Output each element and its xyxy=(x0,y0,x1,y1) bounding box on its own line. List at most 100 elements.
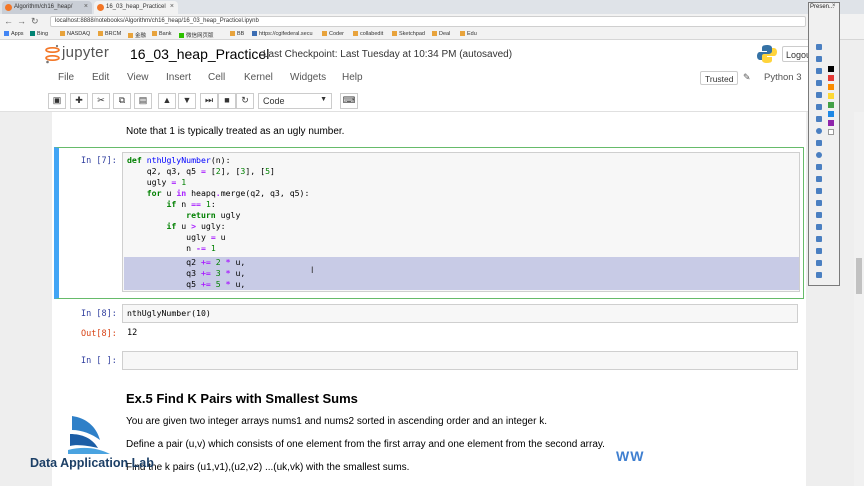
color-black-swatch[interactable] xyxy=(828,66,834,72)
stamp-tool-icon[interactable] xyxy=(816,176,822,182)
edit-pencil-icon[interactable]: ✎ xyxy=(743,72,751,83)
bookmark-item[interactable]: 金融 xyxy=(128,31,146,39)
bookmark-item[interactable]: NASDAQ xyxy=(60,31,90,37)
code-line: nthUglyNumber(10) xyxy=(127,308,211,318)
bookmarks-bar: Apps Bing NASDAQ BRCM 金融 Bank 微信网页版 BB h… xyxy=(0,29,864,40)
empty-code-editor[interactable] xyxy=(122,351,798,370)
color-blue-swatch[interactable] xyxy=(828,111,834,117)
paste-icon[interactable]: ▤ xyxy=(134,93,152,109)
color-purple-swatch[interactable] xyxy=(828,120,834,126)
code-line: q2, q3, q5 = [2], [3], [5] xyxy=(127,166,275,176)
line-tool-icon[interactable] xyxy=(816,92,822,98)
jupyter-favicon-icon xyxy=(97,4,104,11)
stop-icon[interactable]: ■ xyxy=(218,93,236,109)
move-down-icon[interactable]: ▼ xyxy=(178,93,196,109)
eraser-tool-icon[interactable] xyxy=(816,80,822,86)
code-line: n -= 1 xyxy=(127,243,216,253)
jupyter-logo-icon[interactable] xyxy=(45,44,60,64)
color-white-swatch[interactable] xyxy=(828,129,834,135)
vertical-scrollbar[interactable] xyxy=(854,112,864,486)
browser-tab[interactable]: Algorithm/ch16_heap/ × xyxy=(2,1,92,14)
input-prompt: In [7]: xyxy=(81,156,117,166)
close-icon[interactable]: × xyxy=(832,3,836,9)
screen-tool-icon[interactable] xyxy=(816,236,822,242)
code-line: def nthUglyNumber(n): xyxy=(127,155,231,165)
bookmark-item[interactable]: Coder xyxy=(322,31,344,37)
bookmark-icon xyxy=(179,33,184,38)
reload-icon[interactable]: ↻ xyxy=(31,16,39,27)
menu-cell[interactable]: Cell xyxy=(208,72,225,83)
save-icon[interactable]: ▣ xyxy=(48,93,66,109)
menu-edit[interactable]: Edit xyxy=(92,72,109,83)
copy-icon[interactable]: ⧉ xyxy=(113,93,131,109)
restart-icon[interactable]: ↻ xyxy=(236,93,254,109)
bookmark-item[interactable]: Bing xyxy=(30,31,48,37)
bookmark-item[interactable]: Bank xyxy=(152,31,172,37)
kernel-indicator[interactable]: Python 3 xyxy=(764,72,802,83)
insert-cell-icon[interactable]: ✚ xyxy=(70,93,88,109)
bookmark-item[interactable]: https://cgifederal.secu xyxy=(252,31,313,37)
close-tab-icon[interactable]: × xyxy=(84,3,88,10)
palette-title: Presen... xyxy=(810,4,835,10)
jupyter-wordmark[interactable]: jupyter xyxy=(62,44,109,61)
redo-tool-icon[interactable] xyxy=(816,200,822,206)
code-editor[interactable] xyxy=(122,304,798,323)
forward-arrow-icon[interactable]: → xyxy=(17,16,26,26)
bookmark-icon xyxy=(60,31,65,36)
menu-widgets[interactable]: Widgets xyxy=(290,72,326,83)
run-icon[interactable]: ⏭ xyxy=(200,93,218,109)
highlighter-tool-icon[interactable] xyxy=(816,68,822,74)
bookmark-icon xyxy=(392,31,397,36)
browser-tab-strip: Algorithm/ch16_heap/ × 16_03_heap_Practi… xyxy=(0,0,864,14)
exit-tool-icon[interactable] xyxy=(816,260,822,266)
bookmark-icon xyxy=(98,31,103,36)
menu-view[interactable]: View xyxy=(127,72,149,83)
bookmark-item[interactable]: Deal xyxy=(432,31,450,37)
cell-type-select[interactable]: Code ▼ xyxy=(258,93,332,109)
color-yellow-swatch[interactable] xyxy=(828,93,834,99)
cut-icon[interactable]: ✂ xyxy=(92,93,110,109)
bookmark-icon xyxy=(230,31,235,36)
python-logo-icon xyxy=(757,45,777,63)
bookmark-item[interactable]: BRCM xyxy=(98,31,121,37)
close-tab-icon[interactable]: × xyxy=(170,3,174,10)
bookmark-item[interactable]: collabedit xyxy=(353,31,383,37)
undo-tool-icon[interactable] xyxy=(816,188,822,194)
menu-help[interactable]: Help xyxy=(342,72,363,83)
color-orange-swatch[interactable] xyxy=(828,84,834,90)
text-tool-icon[interactable] xyxy=(816,164,822,170)
browser-tab-active[interactable]: 16_03_heap_Practicel × xyxy=(94,1,178,14)
cell-type-value: Code xyxy=(263,96,285,106)
move-up-icon[interactable]: ▲ xyxy=(158,93,176,109)
bookmark-item[interactable]: BB xyxy=(230,31,244,37)
command-palette-icon[interactable]: ⌨ xyxy=(340,93,358,109)
url-input[interactable]: localhost:8888/notebooks/Algorithm/ch16_… xyxy=(50,16,806,27)
menu-file[interactable]: File xyxy=(58,72,74,83)
input-prompt: In [8]: xyxy=(81,309,117,319)
notebook-title[interactable]: 16_03_heap_Practicel xyxy=(130,46,269,62)
rectangle-tool-icon[interactable] xyxy=(816,116,822,122)
settings-tool-icon[interactable] xyxy=(816,248,822,254)
color-green-swatch[interactable] xyxy=(828,102,834,108)
arrow-tool-icon[interactable] xyxy=(816,104,822,110)
menu-insert[interactable]: Insert xyxy=(166,72,191,83)
clear-tool-icon[interactable] xyxy=(816,212,822,218)
zoom-tool-icon[interactable] xyxy=(816,224,822,230)
bookmark-item[interactable]: Apps xyxy=(4,31,24,37)
menu-kernel[interactable]: Kernel xyxy=(244,72,273,83)
bookmark-item[interactable]: Edu xyxy=(460,31,477,37)
trusted-badge[interactable]: Trusted xyxy=(700,71,738,85)
scrollbar-thumb[interactable] xyxy=(856,258,862,294)
pointer-tool-icon[interactable] xyxy=(816,44,822,50)
fill-ellipse-tool-icon[interactable] xyxy=(816,152,822,158)
problem-paragraph: Define a pair (u,v) which consists of on… xyxy=(126,439,605,450)
fill-rectangle-tool-icon[interactable] xyxy=(816,140,822,146)
minimize-tool-icon[interactable] xyxy=(816,272,822,278)
pen-tool-icon[interactable] xyxy=(816,56,822,62)
ellipse-tool-icon[interactable] xyxy=(816,128,822,134)
color-red-swatch[interactable] xyxy=(828,75,834,81)
bookmark-item[interactable]: Sketchpad xyxy=(392,31,425,37)
back-arrow-icon[interactable]: ← xyxy=(4,16,13,26)
checkpoint-status: Last Checkpoint: Last Tuesday at 10:34 P… xyxy=(263,49,513,60)
bookmark-item[interactable]: 微信网页版 xyxy=(179,31,214,39)
